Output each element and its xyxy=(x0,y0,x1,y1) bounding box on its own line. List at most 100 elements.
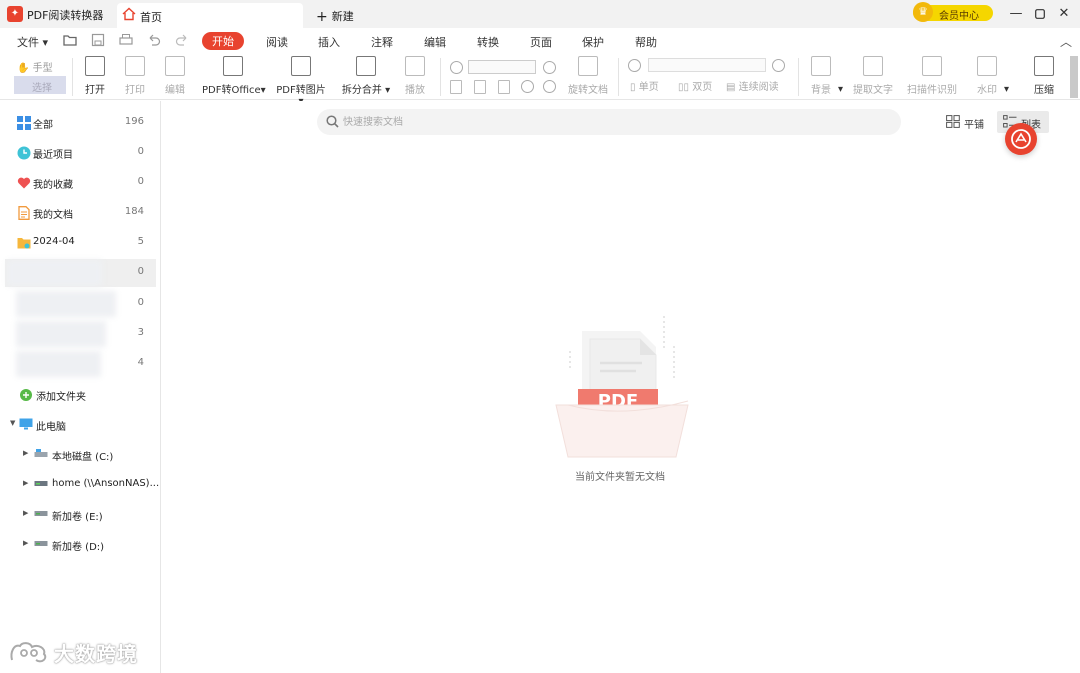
watermark-button[interactable]: 水印 xyxy=(976,56,998,96)
sidebar-item-count: 3 xyxy=(137,327,144,338)
rotate-right-icon[interactable] xyxy=(543,80,556,93)
search-bar[interactable] xyxy=(317,109,901,135)
fit-page-icon[interactable] xyxy=(450,80,462,94)
new-tab-button[interactable]: + 新建 xyxy=(316,8,354,25)
sidebar-item-hidden-folder[interactable]: 0 xyxy=(0,290,156,318)
vip-center-button[interactable]: ♛ 会员中心 xyxy=(913,2,993,22)
hand-tool-button[interactable]: ✋ 手型 xyxy=(17,59,53,74)
rotate-document-button[interactable]: 旋转文档 xyxy=(568,56,608,96)
split-merge-button[interactable]: 拆分合并 ▾ xyxy=(341,56,391,96)
print-button[interactable]: 打印 xyxy=(124,56,146,96)
zoom-select[interactable] xyxy=(468,60,536,74)
play-button[interactable]: 播放 xyxy=(404,56,426,96)
sidebar-item-all[interactable]: 全部 196 xyxy=(0,109,156,137)
sidebar-item-recent[interactable]: 最近项目 0 xyxy=(0,139,156,167)
tree-drive-home[interactable]: ▶ home (\\AnsonNAS)... xyxy=(0,473,160,497)
open-folder-icon[interactable] xyxy=(62,32,78,48)
actual-size-icon[interactable] xyxy=(498,80,510,94)
app-window: ✦ PDF阅读转换器 首页 + 新建 ♛ 会员中心 — ✕ 文件 ▾ 开始 阅读 … xyxy=(0,0,1080,673)
tab-home[interactable]: 首页 xyxy=(117,3,303,28)
double-page-button[interactable]: ▯▯ 双页 xyxy=(678,78,718,93)
tree-drive-c[interactable]: ▶ 本地磁盘 (C:) xyxy=(0,443,160,467)
view-tile-button[interactable]: 平铺 xyxy=(946,111,986,133)
title-bar: ✦ PDF阅读转换器 首页 + 新建 ♛ 会员中心 — ✕ xyxy=(0,0,1080,28)
tab-page[interactable]: 页面 xyxy=(530,34,552,50)
file-menu[interactable]: 文件 ▾ xyxy=(17,34,48,50)
pdf-to-image-button[interactable]: PDF转图片▾ xyxy=(274,56,328,107)
sidebar-item-hidden-folder[interactable]: 3 xyxy=(0,320,156,348)
sidebar-item-hidden-folder[interactable]: 4 xyxy=(0,350,156,378)
tree-this-pc[interactable]: ▼ 此电脑 xyxy=(0,411,156,439)
tab-help[interactable]: 帮助 xyxy=(635,34,657,50)
search-input[interactable] xyxy=(343,113,883,131)
tree-drive-e[interactable]: ▶ 新加卷 (E:) xyxy=(0,503,160,527)
sidebar-item-favorites[interactable]: 我的收藏 0 xyxy=(0,169,156,197)
plus-icon: + xyxy=(316,9,328,25)
background-button[interactable]: 背景 xyxy=(810,56,832,96)
select-tool-button[interactable]: 选择 xyxy=(14,76,66,94)
page-number-input[interactable] xyxy=(648,58,766,72)
home-icon xyxy=(122,7,136,21)
prev-page-icon[interactable] xyxy=(628,59,641,72)
open-button[interactable]: 打开 xyxy=(84,56,106,96)
ribbon-scrollbar[interactable] xyxy=(1070,56,1078,98)
tab-convert[interactable]: 转换 xyxy=(477,34,499,50)
maximize-button[interactable] xyxy=(1030,4,1050,24)
background-dropdown-icon[interactable]: ▾ xyxy=(838,84,843,95)
tab-edit[interactable]: 编辑 xyxy=(424,34,446,50)
rotate-left-icon[interactable] xyxy=(521,80,534,93)
sidebar: 全部 196 最近项目 0 我的收藏 0 我的文档 184 2024-04 5 … xyxy=(0,101,161,673)
edit-icon xyxy=(165,56,185,76)
pdf-to-office-button[interactable]: PDF转Office▾ xyxy=(202,56,266,96)
sidebar-item-2024-04[interactable]: 2024-04 5 xyxy=(0,229,156,257)
fit-width-icon[interactable] xyxy=(474,80,486,94)
file-menu-label: 文件 xyxy=(17,36,39,49)
drive-icon xyxy=(34,541,48,546)
blurred-label xyxy=(16,351,101,377)
sidebar-item-hidden-folder[interactable]: 0 xyxy=(5,259,156,287)
crown-icon: ♛ xyxy=(913,2,933,22)
edit-button[interactable]: 编辑 xyxy=(164,56,186,96)
tab-start[interactable]: 开始 xyxy=(202,32,244,50)
next-page-icon[interactable] xyxy=(772,59,785,72)
zoom-in-icon[interactable] xyxy=(543,61,556,74)
sidebar-item-count: 184 xyxy=(124,206,144,217)
minimize-button[interactable]: — xyxy=(1006,4,1026,24)
continuous-read-button[interactable]: ▤ 连续阅读 xyxy=(726,78,786,93)
close-button[interactable]: ✕ xyxy=(1054,4,1074,24)
print-icon[interactable] xyxy=(118,32,134,48)
rotate-document-label: 旋转文档 xyxy=(568,85,608,96)
blurred-label xyxy=(7,260,102,286)
view-tile-label: 平铺 xyxy=(964,120,984,131)
folder-icon xyxy=(17,238,31,249)
undo-icon[interactable] xyxy=(146,32,162,48)
add-folder-button[interactable]: 添加文件夹 xyxy=(0,381,156,409)
ocr-button[interactable]: 扫描件识别 xyxy=(906,56,958,96)
tab-insert[interactable]: 插入 xyxy=(318,34,340,50)
sidebar-item-count: 5 xyxy=(137,236,144,247)
tree-drive-d[interactable]: ▶ 新加卷 (D:) xyxy=(0,533,160,557)
single-page-button[interactable]: ▯ 单页 xyxy=(630,78,670,93)
word-icon xyxy=(223,56,243,76)
drive-icon xyxy=(34,449,48,457)
sidebar-item-my-documents[interactable]: 我的文档 184 xyxy=(0,199,156,227)
watermark-dropdown-icon[interactable]: ▾ xyxy=(1004,84,1009,95)
expand-right-icon: ▶ xyxy=(23,509,29,517)
tab-annotate[interactable]: 注释 xyxy=(371,34,393,50)
open-label: 打开 xyxy=(85,85,105,96)
tab-read[interactable]: 阅读 xyxy=(266,34,288,50)
zoom-out-icon[interactable] xyxy=(450,61,463,74)
extract-text-button[interactable]: 提取文字 xyxy=(852,56,894,96)
tab-protect[interactable]: 保护 xyxy=(582,34,604,50)
new-tab-label: 新建 xyxy=(331,10,354,23)
floating-assistant-icon[interactable] xyxy=(1005,123,1037,155)
add-folder-label: 添加文件夹 xyxy=(36,392,86,403)
collapse-ribbon-icon[interactable]: ︿ xyxy=(1060,33,1072,50)
extract-text-icon xyxy=(863,56,883,76)
save-icon[interactable] xyxy=(90,32,106,48)
redo-icon[interactable] xyxy=(174,32,190,48)
continuous-icon: ▤ xyxy=(726,82,736,93)
compress-button[interactable]: 压缩 xyxy=(1033,56,1055,96)
play-label: 播放 xyxy=(405,85,425,96)
add-circle-icon xyxy=(20,389,32,401)
